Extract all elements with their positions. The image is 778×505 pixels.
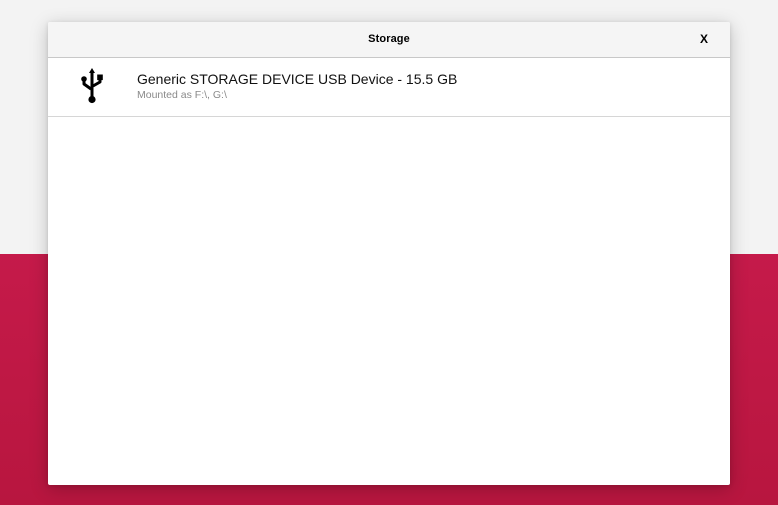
device-name: Generic STORAGE DEVICE USB Device - 15.5…: [137, 71, 458, 87]
storage-dialog: Storage X Generic STORAGE DEVICE USB Dev…: [48, 22, 730, 485]
device-list: Generic STORAGE DEVICE USB Device - 15.5…: [48, 58, 730, 117]
dialog-title: Storage: [368, 33, 410, 45]
device-mount-points: Mounted as F:\, G:\: [137, 89, 227, 101]
close-button[interactable]: X: [692, 28, 716, 50]
device-list-item[interactable]: Generic STORAGE DEVICE USB Device - 15.5…: [48, 58, 730, 117]
usb-icon: [79, 68, 105, 104]
dialog-header: Storage X: [48, 22, 730, 58]
